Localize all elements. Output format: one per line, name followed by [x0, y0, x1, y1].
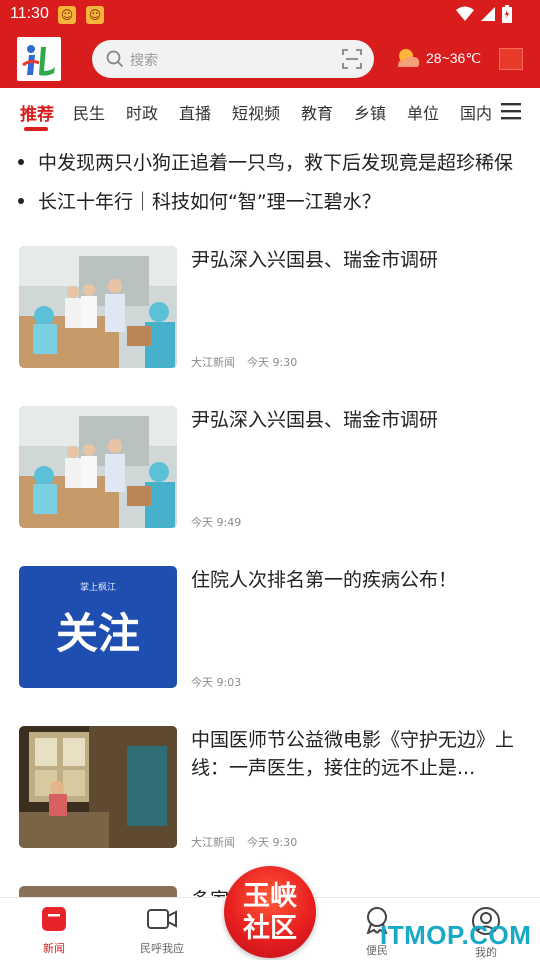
search-bar[interactable]: 搜索 — [92, 40, 374, 78]
logo-icon — [22, 45, 55, 76]
headline-ticker: 中发现两只小狗正追着一只鸟，救下后发现竟是超珍稀保 长江十年行｜科技如何“智”理… — [0, 142, 540, 222]
nav-news[interactable]: 新闻 — [14, 906, 94, 956]
news-time: 今天 9:30 — [247, 836, 298, 849]
news-time: 今天 9:03 — [191, 676, 242, 689]
tab-domestic[interactable]: 国内 — [460, 100, 492, 124]
tab-recommend[interactable]: 推荐 — [20, 100, 54, 125]
news-title[interactable]: 住院人次排名第一的疾病公布！ — [191, 566, 521, 594]
channel-tabs: 推荐 民生 时政 直播 短视频 教育 乡镇 单位 国内 — [0, 88, 540, 136]
headline-item[interactable]: 长江十年行｜科技如何“智”理一江碧水？ — [18, 187, 540, 215]
tab-short-video[interactable]: 短视频 — [232, 100, 280, 124]
status-time: 11:30 — [10, 5, 49, 22]
tab-live[interactable]: 直播 — [179, 100, 211, 124]
weather-temperature: 28~36℃ — [426, 50, 482, 66]
news-item[interactable]: 掌上枫江 关注 住院人次排名第一的疾病公布！ 今天 9:03 — [0, 566, 540, 726]
headline-item[interactable]: 中发现两只小狗正追着一只鸟，救下后发现竟是超珍稀保 — [18, 148, 540, 176]
weather-sun-cloud-icon — [398, 49, 420, 67]
news-source: 大江新闻 — [191, 836, 235, 849]
news-meta: 今天 9:03 — [191, 674, 241, 690]
app-screen: 11:30 ☺ ☺ 搜索 28~36℃ 推荐 民生 时政 直播 短视频 教育 乡… — [0, 0, 540, 960]
news-thumbnail — [19, 726, 177, 848]
community-label-line1: 玉峡 — [243, 881, 297, 912]
news-item[interactable]: 尹弘深入兴国县、瑞金市调研 大江新闻 今天 9:30 — [0, 246, 540, 406]
tab-township[interactable]: 乡镇 — [354, 100, 386, 124]
menu-icon[interactable] — [501, 102, 521, 120]
wifi-icon — [456, 6, 474, 21]
news-item[interactable]: 尹弘深入兴国县、瑞金市调研 今天 9:49 — [0, 406, 540, 566]
top-bar: 搜索 28~36℃ — [0, 36, 540, 82]
news-thumbnail: 掌上枫江 关注 — [19, 566, 177, 688]
news-thumbnail — [19, 886, 177, 897]
search-icon — [106, 50, 124, 68]
news-thumbnail — [19, 406, 177, 528]
status-bar: 11:30 ☺ ☺ — [0, 0, 540, 30]
video-camera-icon — [147, 909, 177, 929]
tab-politics[interactable]: 时政 — [126, 100, 158, 124]
thumbnail-caption: 关注 — [55, 609, 140, 658]
search-input[interactable]: 搜索 — [130, 50, 158, 70]
status-icons — [456, 5, 512, 23]
nav-label: 新闻 — [43, 942, 65, 955]
weather-alert-icon[interactable] — [499, 48, 523, 70]
notification-app-icon: ☺ — [86, 6, 104, 24]
watermark: ITMOP.COM — [380, 920, 532, 950]
news-title[interactable]: 中国医师节公益微电影《守护无边》上线：一声医生，接住的远不止是... — [191, 726, 521, 782]
notification-app-icon: ☺ — [58, 6, 76, 24]
news-time: 今天 9:49 — [191, 516, 242, 529]
news-meta: 今天 9:49 — [191, 514, 241, 530]
news-icon — [42, 907, 66, 931]
tab-unit[interactable]: 单位 — [407, 100, 439, 124]
news-item[interactable]: 中国医师节公益微电影《守护无边》上线：一声医生，接住的远不止是... 大江新闻今… — [0, 726, 540, 886]
news-meta: 大江新闻 今天 9:30 — [191, 354, 297, 370]
signal-icon — [481, 7, 495, 21]
news-title[interactable]: 尹弘深入兴国县、瑞金市调研 — [191, 406, 521, 434]
news-meta: 大江新闻 今天 9:30 — [191, 834, 297, 850]
news-source: 大江新闻 — [191, 356, 235, 369]
battery-icon — [502, 5, 512, 23]
bullet — [18, 158, 24, 165]
news-title[interactable]: 尹弘深入兴国县、瑞金市调研 — [191, 246, 521, 274]
scan-icon[interactable] — [342, 49, 362, 69]
news-thumbnail — [19, 246, 177, 368]
community-label-line2: 社区 — [243, 913, 297, 944]
thumbnail-brand: 掌上枫江 — [79, 583, 116, 593]
header: 11:30 ☺ ☺ 搜索 28~36℃ — [0, 0, 540, 88]
community-button[interactable]: 玉峡 社区 — [224, 866, 316, 958]
tab-education[interactable]: 教育 — [301, 100, 333, 124]
active-tab-indicator — [24, 127, 48, 131]
bullet — [18, 197, 24, 204]
news-time: 今天 9:30 — [247, 356, 298, 369]
nav-label: 民呼我应 — [140, 942, 184, 955]
app-logo[interactable] — [17, 37, 61, 81]
nav-feedback[interactable]: 民呼我应 — [122, 906, 202, 956]
tab-livelihood[interactable]: 民生 — [73, 100, 105, 124]
